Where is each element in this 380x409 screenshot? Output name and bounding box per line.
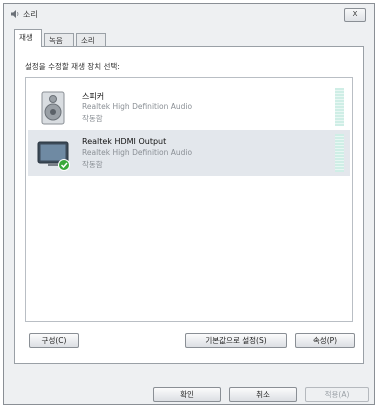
device-item-speaker[interactable]: 스피커 Realtek High Definition Audio 작동함 (28, 84, 350, 130)
default-device-check-icon (58, 159, 70, 171)
device-list: 스피커 Realtek High Definition Audio 작동함 Re… (25, 77, 353, 322)
instruction-text: 설정을 수정할 재생 장치 선택: (25, 62, 120, 71)
configure-button[interactable]: 구성(C) (29, 333, 79, 348)
set-default-button[interactable]: 기본값으로 설정(S) (185, 333, 287, 348)
properties-button[interactable]: 속성(P) (295, 333, 355, 348)
device-name: Realtek HDMI Output (82, 137, 167, 146)
volume-level-meter (335, 88, 344, 126)
window-title: 소리 (23, 10, 38, 19)
ok-button[interactable]: 확인 (153, 387, 221, 402)
monitor-icon (37, 141, 70, 171)
device-item-hdmi[interactable]: Realtek HDMI Output Realtek High Definit… (28, 130, 350, 176)
device-status: 작동함 (82, 160, 103, 169)
apply-button[interactable]: 적용(A) (305, 387, 369, 402)
speaker-icon (11, 10, 19, 18)
tab-sounds[interactable]: 소리 (76, 33, 106, 46)
tab-recording[interactable]: 녹음 (44, 33, 74, 46)
device-description: Realtek High Definition Audio (82, 102, 193, 111)
volume-level-meter (335, 134, 344, 172)
speaker-icon (41, 91, 65, 125)
device-description: Realtek High Definition Audio (82, 148, 193, 157)
sound-dialog: 소리 X 재생 녹음 소리 설정을 수정할 재생 장치 선택: 스피커 Real… (3, 3, 375, 405)
close-button[interactable]: X (344, 8, 366, 22)
device-status: 작동함 (82, 114, 103, 123)
title-bar: 소리 X (4, 4, 374, 24)
tab-playback[interactable]: 재생 (14, 29, 42, 47)
cancel-button[interactable]: 취소 (229, 387, 297, 402)
playback-panel: 설정을 수정할 재생 장치 선택: 스피커 Realtek High Defin… (14, 46, 364, 364)
device-name: 스피커 (82, 92, 105, 101)
